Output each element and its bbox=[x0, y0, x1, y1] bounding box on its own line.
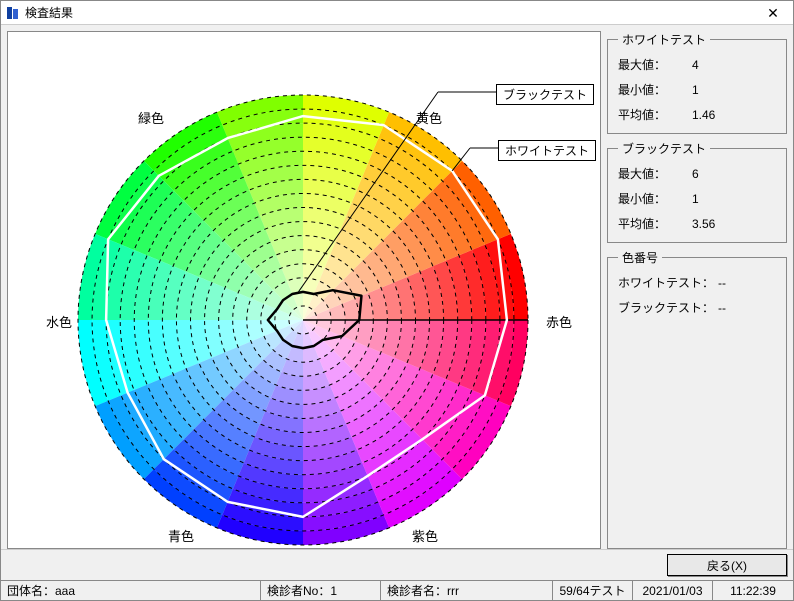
white-max-label: 最大値： bbox=[618, 56, 692, 73]
window: 検査結果 ✕ 赤色 黄色 緑色 水色 青色 紫色 ブラックテスト ホワイトテスト… bbox=[0, 0, 794, 601]
colorno-black-value: -- bbox=[718, 301, 768, 315]
group-black-test-legend: ブラックテスト bbox=[618, 140, 710, 157]
group-white-test-legend: ホワイトテスト bbox=[618, 31, 710, 48]
callout-black-test: ブラックテスト bbox=[496, 84, 594, 105]
axis-label-purple: 紫色 bbox=[412, 526, 438, 545]
axis-label-cyan: 水色 bbox=[46, 312, 72, 331]
white-max-value: 4 bbox=[692, 58, 742, 72]
black-avg-label: 平均値： bbox=[618, 215, 692, 232]
colorno-white-label: ホワイトテスト： bbox=[618, 274, 718, 291]
black-max-value: 6 bbox=[692, 167, 742, 181]
statusbar: 団体名：aaa 検診者No：1 検診者名：rrr 59/64テスト 2021/0… bbox=[1, 580, 793, 600]
white-min-label: 最小値： bbox=[618, 81, 692, 98]
axis-label-yellow: 黄色 bbox=[416, 108, 442, 127]
content-area: 赤色 黄色 緑色 水色 青色 紫色 ブラックテスト ホワイトテスト ホワイトテス… bbox=[1, 25, 793, 549]
app-icon bbox=[5, 5, 21, 21]
callout-white-test: ホワイトテスト bbox=[498, 140, 596, 161]
colorno-black-label: ブラックテスト： bbox=[618, 299, 718, 316]
color-wheel-radar bbox=[8, 32, 598, 549]
side-panels: ホワイトテスト 最大値：4 最小値：1 平均値：1.46 ブラックテスト 最大値… bbox=[607, 31, 787, 549]
chart-panel: 赤色 黄色 緑色 水色 青色 紫色 ブラックテスト ホワイトテスト bbox=[7, 31, 601, 549]
black-max-label: 最大値： bbox=[618, 165, 692, 182]
axis-label-red: 赤色 bbox=[546, 312, 572, 331]
axis-label-green: 緑色 bbox=[138, 108, 164, 127]
white-avg-label: 平均値： bbox=[618, 106, 692, 123]
close-button[interactable]: ✕ bbox=[757, 2, 789, 24]
colorno-white-value: -- bbox=[718, 276, 768, 290]
titlebar: 検査結果 ✕ bbox=[1, 1, 793, 25]
group-color-no-legend: 色番号 bbox=[618, 249, 662, 266]
status-group: 団体名：aaa bbox=[1, 581, 261, 600]
group-white-test: ホワイトテスト 最大値：4 最小値：1 平均値：1.46 bbox=[607, 31, 787, 134]
status-examiner-name: 検診者名：rrr bbox=[381, 581, 553, 600]
black-min-value: 1 bbox=[692, 192, 742, 206]
window-title: 検査結果 bbox=[25, 4, 757, 21]
button-row: 戻る(X) bbox=[1, 549, 793, 580]
status-examiner-no: 検診者No：1 bbox=[261, 581, 381, 600]
axis-label-blue: 青色 bbox=[168, 526, 194, 545]
status-time: 11:22:39 bbox=[713, 581, 793, 600]
back-button[interactable]: 戻る(X) bbox=[667, 554, 787, 576]
black-avg-value: 3.56 bbox=[692, 217, 742, 231]
group-color-no: 色番号 ホワイトテスト：-- ブラックテスト：-- bbox=[607, 249, 787, 549]
status-date: 2021/01/03 bbox=[633, 581, 713, 600]
white-avg-value: 1.46 bbox=[692, 108, 742, 122]
group-black-test: ブラックテスト 最大値：6 最小値：1 平均値：3.56 bbox=[607, 140, 787, 243]
white-min-value: 1 bbox=[692, 83, 742, 97]
black-min-label: 最小値： bbox=[618, 190, 692, 207]
status-progress: 59/64テスト bbox=[553, 581, 633, 600]
